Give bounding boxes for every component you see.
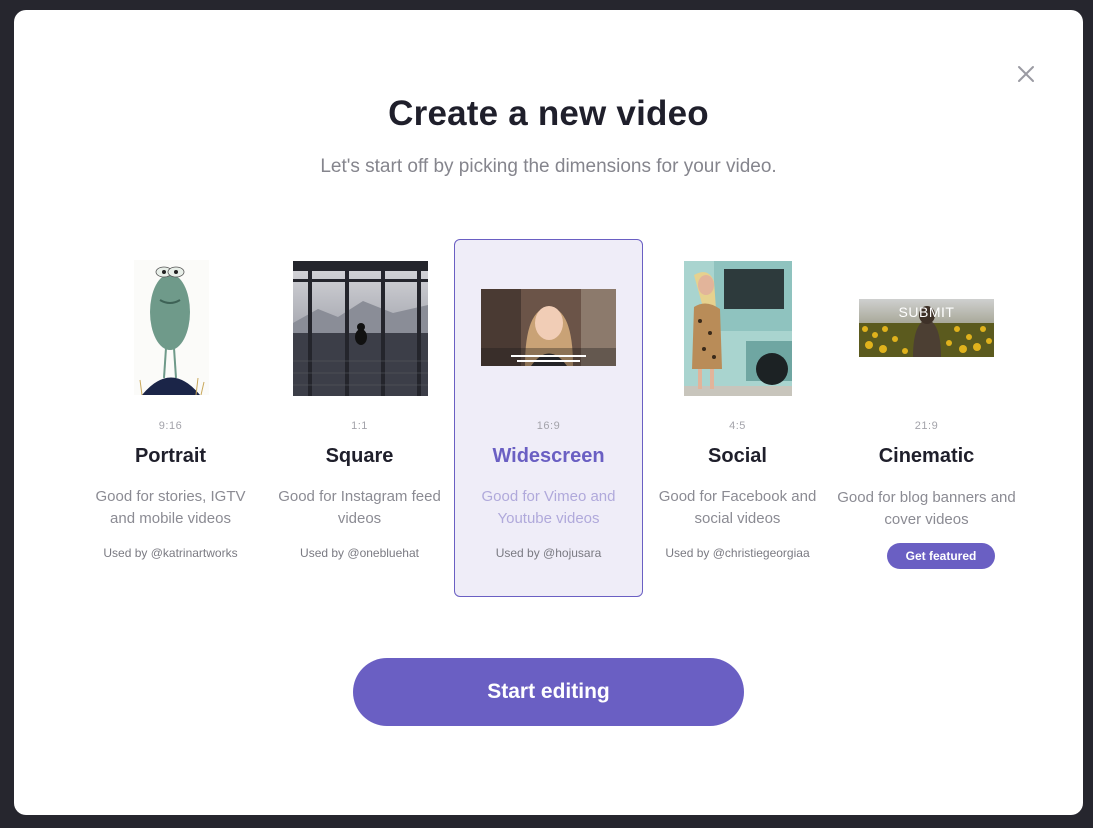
option-description: Good for stories, IGTV and mobile videos <box>95 488 246 527</box>
aspect-ratio: 4:5 <box>729 420 746 432</box>
close-icon[interactable] <box>1016 64 1036 84</box>
used-by-credit: Used by @hojusara <box>495 546 602 560</box>
used-by-credit: Used by @onebluehat <box>300 546 419 560</box>
option-card-social[interactable]: 4:5 Social Good for Facebook and social … <box>643 239 832 597</box>
option-name: Portrait <box>134 445 207 467</box>
aspect-ratio: 21:9 <box>914 420 939 432</box>
option-card-widescreen[interactable]: 16:9 Widescreen Good for Vimeo and Youtu… <box>454 239 643 597</box>
get-featured-button[interactable]: Get featured <box>887 543 995 569</box>
used-by-credit: Used by @christiegeorgiaa <box>665 546 810 560</box>
square-thumbnail <box>293 261 428 396</box>
option-name: Social <box>708 445 767 467</box>
widescreen-thumbnail <box>481 289 616 366</box>
aspect-ratio: 9:16 <box>158 420 183 432</box>
option-card-square[interactable]: 1:1 Square Good for Instagram feed video… <box>265 239 454 597</box>
used-by-credit: Used by @katrinartworks <box>103 546 238 560</box>
portrait-thumbnail <box>134 260 209 395</box>
option-name: Cinematic <box>878 445 975 467</box>
option-description: Good for Instagram feed videos <box>278 488 441 527</box>
start-editing-button[interactable]: Start editing <box>353 658 744 726</box>
option-name: Square <box>325 445 394 467</box>
modal-subtitle: Let's start off by picking the dimension… <box>320 156 777 177</box>
social-thumbnail <box>684 261 792 396</box>
option-description: Good for Vimeo and Youtube videos <box>481 488 616 527</box>
modal-title: Create a new video <box>388 94 709 133</box>
cinematic-thumbnail-caption: SUBMIT <box>898 304 955 320</box>
option-description: Good for blog banners and cover videos <box>837 489 1016 528</box>
option-card-portrait[interactable]: 9:16 Portrait Good for stories, IGTV and… <box>76 239 265 597</box>
option-description: Good for Facebook and social videos <box>658 488 817 527</box>
create-video-modal: Create a new video Let's start off by pi… <box>14 10 1083 815</box>
option-card-cinematic[interactable]: SUBMIT 21:9 Cinematic Good for blog bann… <box>832 239 1021 597</box>
aspect-ratio: 1:1 <box>351 420 368 432</box>
option-name: Widescreen <box>492 445 605 467</box>
aspect-ratio: 16:9 <box>536 420 561 432</box>
